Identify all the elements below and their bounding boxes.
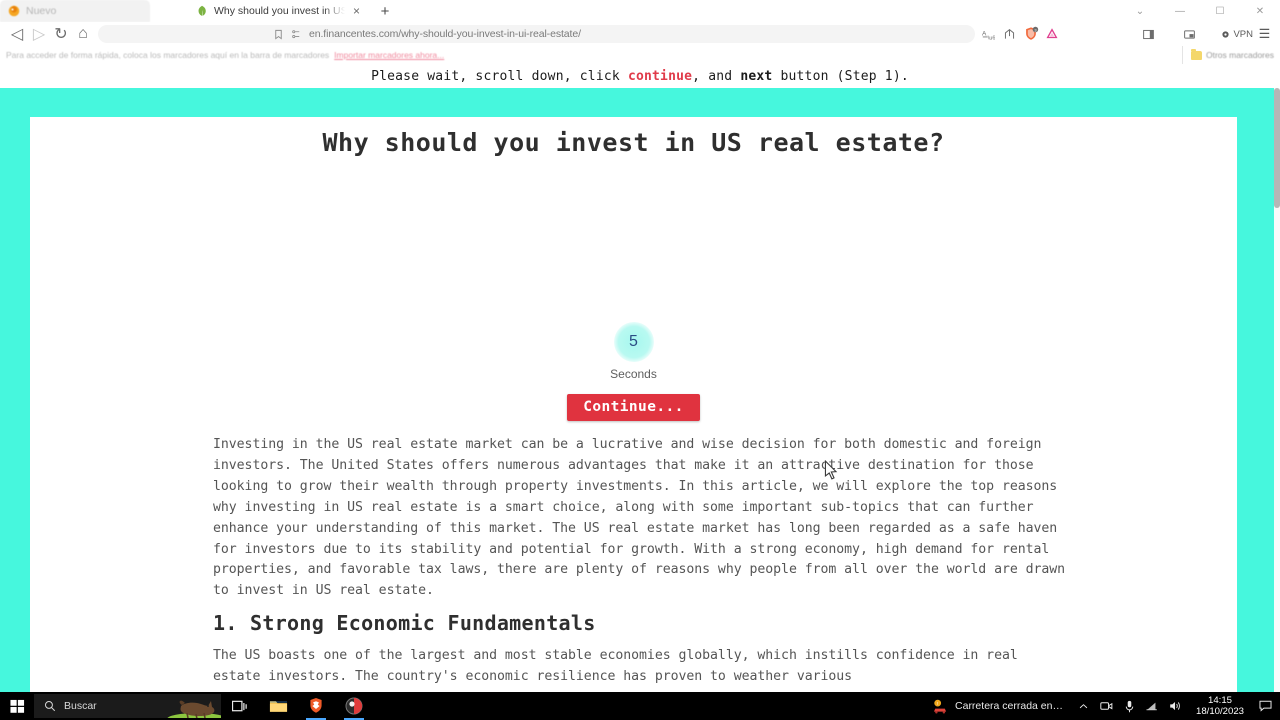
scrollbar-thumb[interactable] xyxy=(1274,88,1280,208)
volume-icon xyxy=(1170,701,1180,711)
screen-recorder-icon xyxy=(345,697,363,715)
browser-window: Nuevo Why should you invest in US re × +… xyxy=(0,0,1280,692)
bookmarks-hint-text: Para acceder de forma rápida, coloca los… xyxy=(6,50,330,60)
taskbar-system-tray: ! Carretera cerrada en… 14:15 18/10/2023 xyxy=(924,692,1280,720)
search-placeholder: Buscar xyxy=(64,700,97,712)
new-tab-button[interactable]: + xyxy=(376,2,394,20)
home-button[interactable]: ⌂ xyxy=(72,23,94,45)
leaf-icon xyxy=(198,5,206,16)
close-tab-icon[interactable]: × xyxy=(351,5,362,17)
show-hidden-icons-button[interactable] xyxy=(1073,692,1094,720)
cow-illustration xyxy=(167,700,221,718)
microphone-tray-button[interactable] xyxy=(1119,692,1140,720)
chevron-up-icon xyxy=(1079,703,1088,708)
section-heading: 1. Strong Economic Fundamentals xyxy=(213,611,596,636)
file-explorer-icon xyxy=(269,701,287,712)
browser-tab-active[interactable]: Why should you invest in US re × xyxy=(188,0,370,22)
page-scrollbar[interactable] xyxy=(1274,88,1280,692)
instruction-part-2: , and xyxy=(692,68,741,84)
url-text: en.financentes.com/why-should-you-invest… xyxy=(309,28,581,40)
taskbar-clock[interactable]: 14:15 18/10/2023 xyxy=(1188,695,1252,718)
road-closed-icon: ! xyxy=(933,699,947,714)
maximize-button[interactable]: ☐ xyxy=(1200,0,1240,22)
screen-recorder-button[interactable] xyxy=(335,692,373,720)
instruction-highlight-next: next xyxy=(740,68,773,84)
brave-browser-button[interactable] xyxy=(297,692,335,720)
clock-time: 14:15 xyxy=(1207,694,1232,706)
share-icon[interactable] xyxy=(1000,24,1019,44)
reload-button[interactable]: ↻ xyxy=(50,23,72,45)
close-window-button[interactable]: ✕ xyxy=(1240,0,1280,22)
import-bookmarks-link[interactable]: Importar marcadores ahora... xyxy=(334,50,444,60)
article-card: Why should you invest in US real estate?… xyxy=(30,117,1237,692)
instruction-highlight-continue: continue xyxy=(627,68,693,84)
browser-menu-button[interactable]: ☰ xyxy=(1255,24,1274,44)
start-icon xyxy=(9,699,24,713)
task-view-icon xyxy=(231,700,247,711)
svg-text:3: 3 xyxy=(1034,27,1036,32)
svg-text:!: ! xyxy=(937,701,938,706)
file-explorer-button[interactable] xyxy=(259,692,297,720)
ad-placeholder-area xyxy=(30,157,1237,322)
countdown-section: 5 Seconds Continue... xyxy=(30,322,1237,421)
countdown-unit-label: Seconds xyxy=(610,367,657,381)
continue-button[interactable]: Continue... xyxy=(567,394,700,421)
clock-date: 18/10/2023 xyxy=(1195,706,1244,717)
volume-tray-button[interactable] xyxy=(1165,692,1186,720)
camera-tray-button[interactable] xyxy=(1096,692,1117,720)
window-controls: ⌄ — ☐ ✕ xyxy=(1120,0,1280,22)
bookmarks-bar: Para acceder de forma rápida, coloca los… xyxy=(0,46,1280,64)
vpn-label: VPN xyxy=(1233,28,1253,40)
tab-strip: Nuevo Why should you invest in US re × +… xyxy=(0,0,1280,22)
action-center-icon xyxy=(1258,700,1272,712)
task-view-button[interactable] xyxy=(221,692,259,720)
svg-text:\u6587: \u6587 xyxy=(988,35,995,41)
svg-text:A: A xyxy=(982,30,987,37)
page-title: Why should you invest in US real estate? xyxy=(322,128,945,157)
forward-button[interactable]: ▷ xyxy=(28,23,50,45)
traffic-notification[interactable]: ! Carretera cerrada en… xyxy=(924,699,1071,714)
search-icon xyxy=(45,701,56,712)
translate-icon[interactable]: A \u6587 xyxy=(979,24,998,44)
minimize-button[interactable]: — xyxy=(1160,0,1200,22)
taskbar-search-box[interactable]: Buscar xyxy=(34,694,221,718)
bookmark-icon[interactable] xyxy=(273,29,284,40)
site-info-icon[interactable] xyxy=(291,29,302,40)
instruction-part-1: Please wait, scroll down, click xyxy=(371,68,628,84)
browser-toolbar-icons: A \u6587 3 xyxy=(979,24,1274,44)
vpn-dot-icon xyxy=(1222,30,1230,38)
windows-taskbar: Buscar ! Carretera cerrada en… 14:15 18/… xyxy=(0,692,1280,720)
sidebar-icon[interactable] xyxy=(1139,24,1158,44)
vpn-button[interactable]: VPN xyxy=(1221,24,1253,44)
task-instruction-banner: Please wait, scroll down, click continue… xyxy=(0,64,1280,88)
section-paragraph: The US boasts one of the largest and mos… xyxy=(213,648,1018,685)
other-bookmarks-folder[interactable]: Otros marcadores xyxy=(1181,46,1274,64)
tab-title: Why should you invest in US re xyxy=(214,5,345,17)
notification-text: Carretera cerrada en… xyxy=(955,700,1063,712)
browser-tab-inactive[interactable]: Nuevo xyxy=(0,0,150,22)
brave-browser-icon xyxy=(310,698,322,713)
tab-search-icon[interactable]: ⌄ xyxy=(1120,0,1160,22)
instruction-part-3: button (Step 1). xyxy=(772,68,909,84)
network-tray-button[interactable] xyxy=(1142,692,1163,720)
web-page-viewport: Why should you invest in US real estate?… xyxy=(0,88,1280,692)
start-button[interactable] xyxy=(0,692,34,720)
folder-icon xyxy=(1190,48,1202,60)
navigation-toolbar: ◁ ▷ ↻ ⌂ en.financentes.com/why-should-yo… xyxy=(0,22,1280,46)
tab-title: Nuevo xyxy=(26,5,57,17)
brave-rewards-triangle-icon[interactable] xyxy=(1042,24,1061,44)
countdown-value: 5 xyxy=(613,322,654,362)
brave-shield-icon[interactable]: 3 xyxy=(1021,24,1040,44)
camera-icon xyxy=(1100,702,1113,710)
intro-paragraph: Investing in the US real estate market c… xyxy=(213,437,1066,599)
other-bookmarks-label: Otros marcadores xyxy=(1205,50,1274,60)
firefox-icon xyxy=(8,5,20,17)
network-icon xyxy=(1146,702,1158,711)
back-button[interactable]: ◁ xyxy=(6,23,28,45)
action-center-button[interactable] xyxy=(1254,692,1276,720)
microphone-icon xyxy=(1125,700,1134,712)
address-bar[interactable]: en.financentes.com/why-should-you-invest… xyxy=(98,25,976,43)
picture-in-picture-icon[interactable] xyxy=(1180,24,1199,44)
